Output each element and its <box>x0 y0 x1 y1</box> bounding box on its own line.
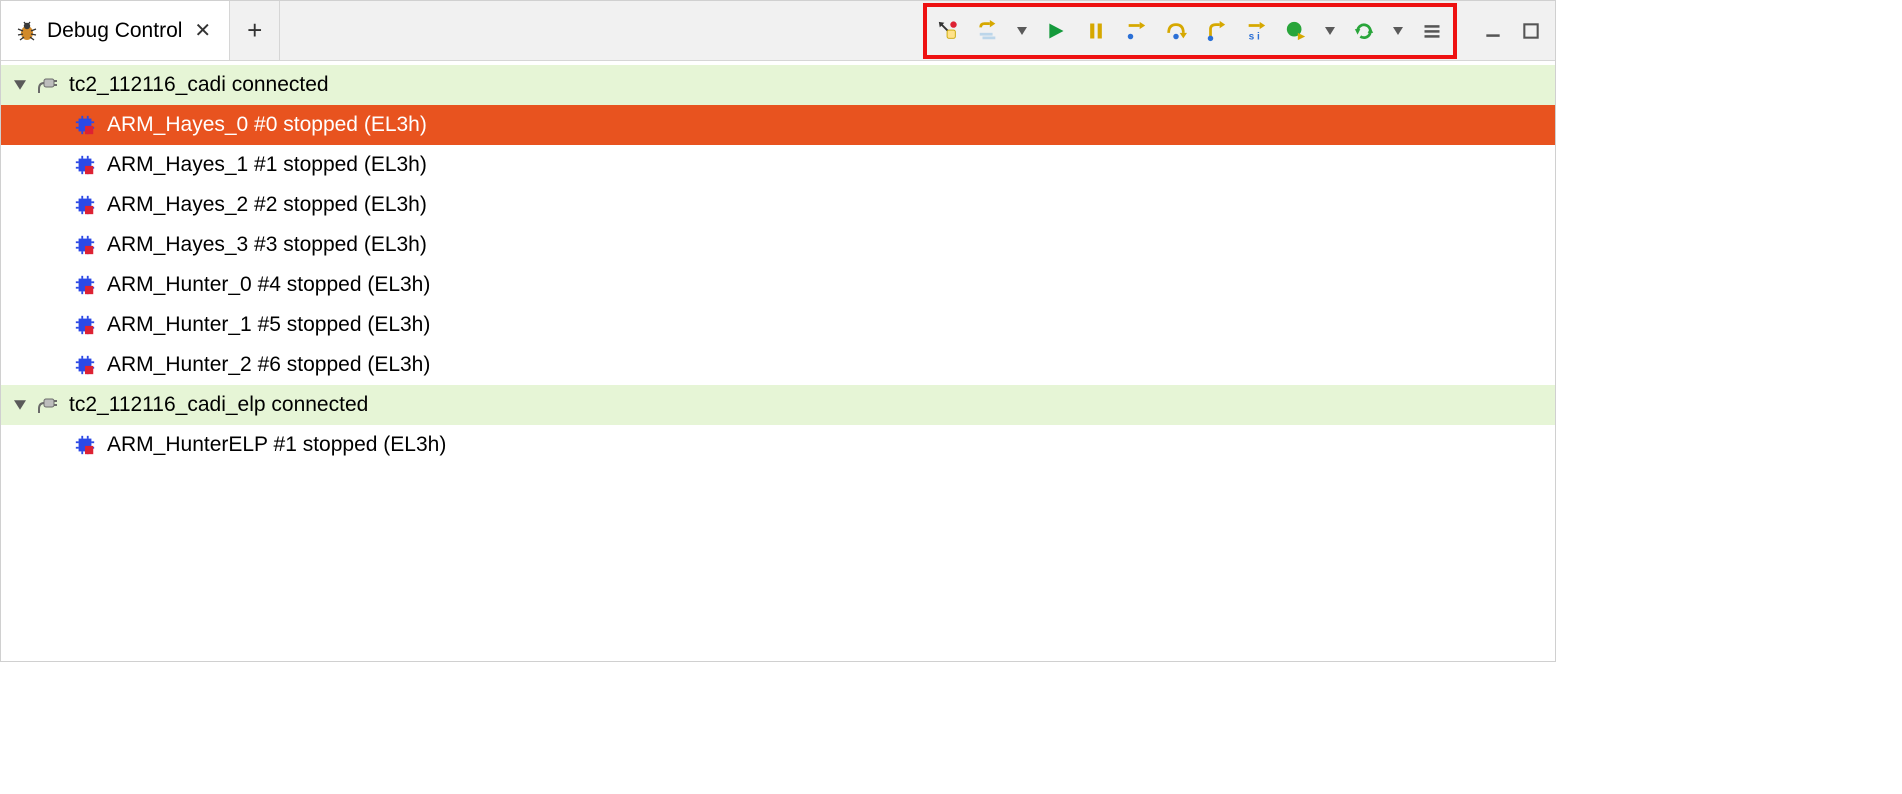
toolbar <box>923 1 1463 60</box>
refresh-button[interactable] <box>1349 16 1379 46</box>
core-label: ARM_Hayes_3 #3 stopped (EL3h) <box>107 233 427 257</box>
new-tab-button[interactable]: + <box>230 1 280 60</box>
chip-icon <box>71 154 99 176</box>
core-label: ARM_Hunter_1 #5 stopped (EL3h) <box>107 313 430 337</box>
step-over-button[interactable] <box>1161 16 1191 46</box>
core-node[interactable]: ARM_HunterELP #1 stopped (EL3h) <box>1 425 1555 465</box>
core-label: ARM_Hayes_0 #0 stopped (EL3h) <box>107 113 427 137</box>
core-label: ARM_Hunter_0 #4 stopped (EL3h) <box>107 273 430 297</box>
refresh-dropdown[interactable] <box>1389 27 1407 35</box>
chip-icon <box>71 434 99 456</box>
core-label: ARM_Hunter_2 #6 stopped (EL3h) <box>107 353 430 377</box>
tab-title: Debug Control <box>47 19 182 43</box>
chip-icon <box>71 354 99 376</box>
core-node[interactable]: ARM_Hayes_2 #2 stopped (EL3h) <box>1 185 1555 225</box>
step-source-button[interactable] <box>1121 16 1151 46</box>
bug-icon <box>15 19 39 43</box>
chip-icon <box>71 194 99 216</box>
step-mode-button[interactable] <box>973 16 1003 46</box>
core-label: ARM_Hayes_1 #1 stopped (EL3h) <box>107 153 427 177</box>
core-node[interactable]: ARM_Hayes_3 #3 stopped (EL3h) <box>1 225 1555 265</box>
minimize-icon[interactable] <box>1483 21 1503 41</box>
view-menu-button[interactable] <box>1417 16 1447 46</box>
step-instruction-button[interactable] <box>1241 16 1271 46</box>
core-node[interactable]: ARM_Hayes_0 #0 stopped (EL3h) <box>1 105 1555 145</box>
core-node[interactable]: ARM_Hunter_0 #4 stopped (EL3h) <box>1 265 1555 305</box>
expand-icon[interactable] <box>11 400 29 410</box>
close-icon[interactable]: ✕ <box>190 18 215 43</box>
plug-icon <box>33 393 61 417</box>
core-label: ARM_Hayes_2 #2 stopped (EL3h) <box>107 193 427 217</box>
connection-node[interactable]: tc2_112116_cadi_elp connected <box>1 385 1555 425</box>
window-controls <box>1463 1 1555 60</box>
pause-button[interactable] <box>1081 16 1111 46</box>
debug-control-view: Debug Control ✕ + <box>0 0 1556 662</box>
core-node[interactable]: ARM_Hayes_1 #1 stopped (EL3h) <box>1 145 1555 185</box>
run-to-button[interactable] <box>1281 16 1311 46</box>
connection-tree[interactable]: tc2_112116_cadi connected ARM_Hayes_0 #0 … <box>1 61 1555 661</box>
chip-icon <box>71 114 99 136</box>
expand-icon[interactable] <box>11 80 29 90</box>
run-to-dropdown[interactable] <box>1321 27 1339 35</box>
connect-button[interactable] <box>933 16 963 46</box>
core-node[interactable]: ARM_Hunter_2 #6 stopped (EL3h) <box>1 345 1555 385</box>
run-button[interactable] <box>1041 16 1071 46</box>
maximize-icon[interactable] <box>1521 21 1541 41</box>
core-node[interactable]: ARM_Hunter_1 #5 stopped (EL3h) <box>1 305 1555 345</box>
core-label: ARM_HunterELP #1 stopped (EL3h) <box>107 433 446 457</box>
connection-node[interactable]: tc2_112116_cadi connected <box>1 65 1555 105</box>
step-out-button[interactable] <box>1201 16 1231 46</box>
plug-icon <box>33 73 61 97</box>
toolbar-highlight <box>923 3 1457 59</box>
chip-icon <box>71 234 99 256</box>
tab-debug-control[interactable]: Debug Control ✕ <box>1 1 230 60</box>
step-mode-dropdown[interactable] <box>1013 27 1031 35</box>
connection-label: tc2_112116_cadi connected <box>69 73 329 97</box>
chip-icon <box>71 274 99 296</box>
chip-icon <box>71 314 99 336</box>
connection-label: tc2_112116_cadi_elp connected <box>69 393 368 417</box>
titlebar: Debug Control ✕ + <box>1 1 1555 61</box>
